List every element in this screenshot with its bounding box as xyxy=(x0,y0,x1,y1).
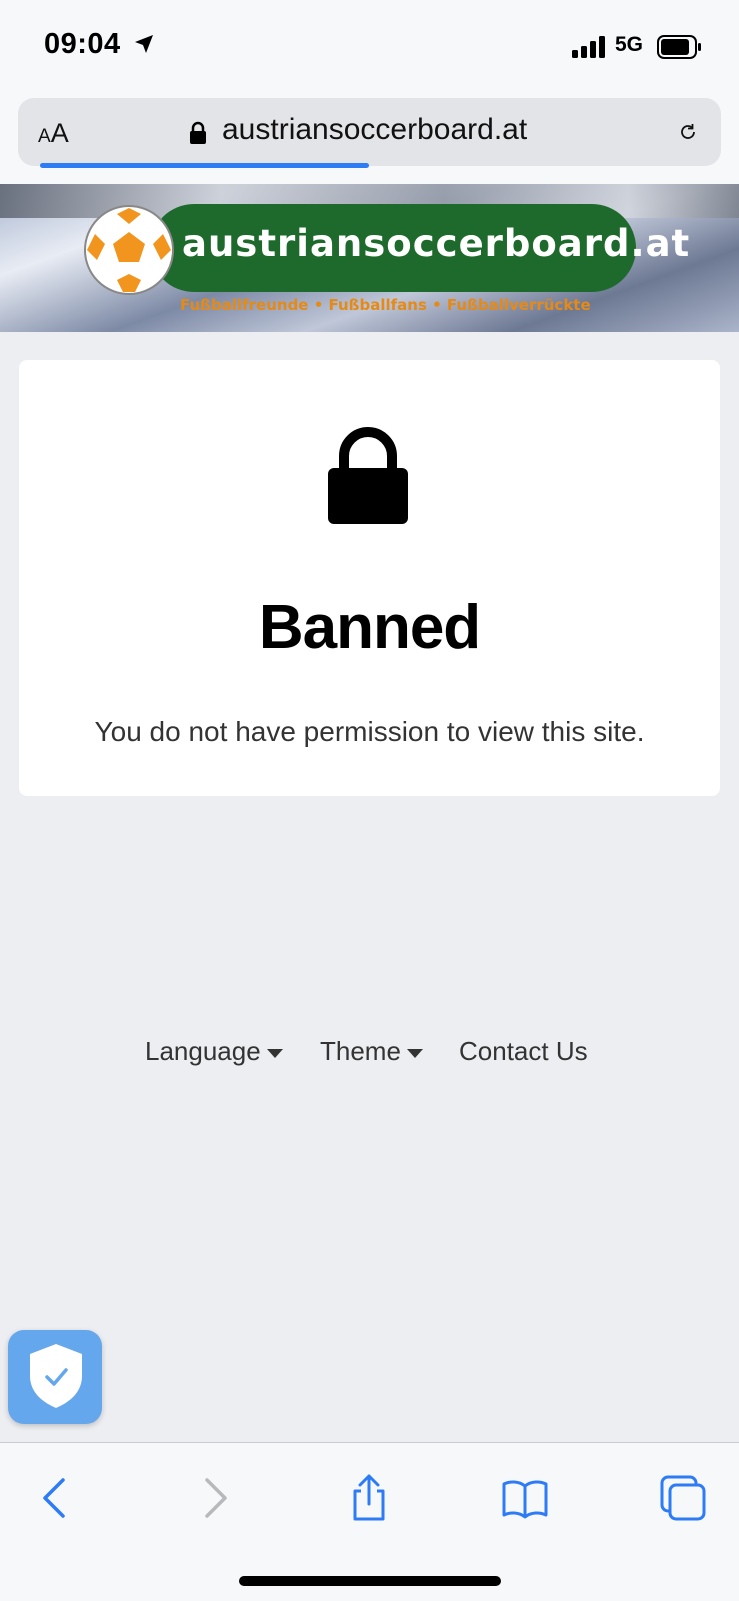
contact-us-link[interactable]: Contact Us xyxy=(459,1036,588,1067)
bookmarks-icon[interactable] xyxy=(500,1473,550,1523)
privacy-shield-button[interactable] xyxy=(8,1330,102,1424)
shield-check-icon xyxy=(30,1344,82,1408)
text-size-button[interactable]: AA xyxy=(38,118,69,149)
battery-icon xyxy=(657,35,701,59)
url-text[interactable]: austriansoccerboard.at xyxy=(222,113,527,147)
banner-tagline: Fußballfreunde • Fußballfans • Fußballve… xyxy=(180,296,591,314)
share-icon[interactable] xyxy=(344,1473,394,1523)
tabs-icon[interactable] xyxy=(658,1473,708,1523)
location-arrow-icon xyxy=(135,35,153,53)
theme-selector[interactable]: Theme xyxy=(320,1036,423,1067)
theme-label: Theme xyxy=(320,1036,401,1066)
status-bar: 09:04 5G xyxy=(0,0,739,92)
back-icon[interactable] xyxy=(30,1473,80,1523)
caret-down-icon xyxy=(406,1048,423,1058)
ban-notice-card: Banned You do not have permission to vie… xyxy=(19,360,720,796)
status-time: 09:04 xyxy=(44,28,121,60)
page-title: Banned xyxy=(258,593,481,662)
language-label: Language xyxy=(145,1036,261,1066)
address-bar[interactable]: AA austriansoccerboard.at xyxy=(18,98,721,168)
soccer-ball-icon xyxy=(84,205,174,295)
page-load-progress xyxy=(40,163,369,168)
forward-icon[interactable] xyxy=(190,1473,240,1523)
network-type: 5G xyxy=(615,33,644,56)
browser-address-area: AA austriansoccerboard.at xyxy=(0,92,739,184)
text-size-small-label: A xyxy=(38,126,51,147)
caret-down-icon xyxy=(266,1048,283,1058)
text-size-large-label: A xyxy=(50,118,69,148)
reload-icon[interactable] xyxy=(678,122,698,142)
lock-icon xyxy=(328,427,408,524)
footer-links: Language Theme Contact Us xyxy=(0,1036,739,1080)
lock-icon xyxy=(190,121,206,144)
language-selector[interactable]: Language xyxy=(145,1036,283,1067)
site-banner[interactable]: austriansoccerboard.at Fußballfreunde • … xyxy=(0,184,739,332)
banner-site-name: austriansoccerboard.at xyxy=(182,222,691,265)
ban-message: You do not have permission to view this … xyxy=(94,716,645,747)
cellular-signal-icon xyxy=(572,36,605,58)
home-indicator[interactable] xyxy=(239,1576,501,1586)
